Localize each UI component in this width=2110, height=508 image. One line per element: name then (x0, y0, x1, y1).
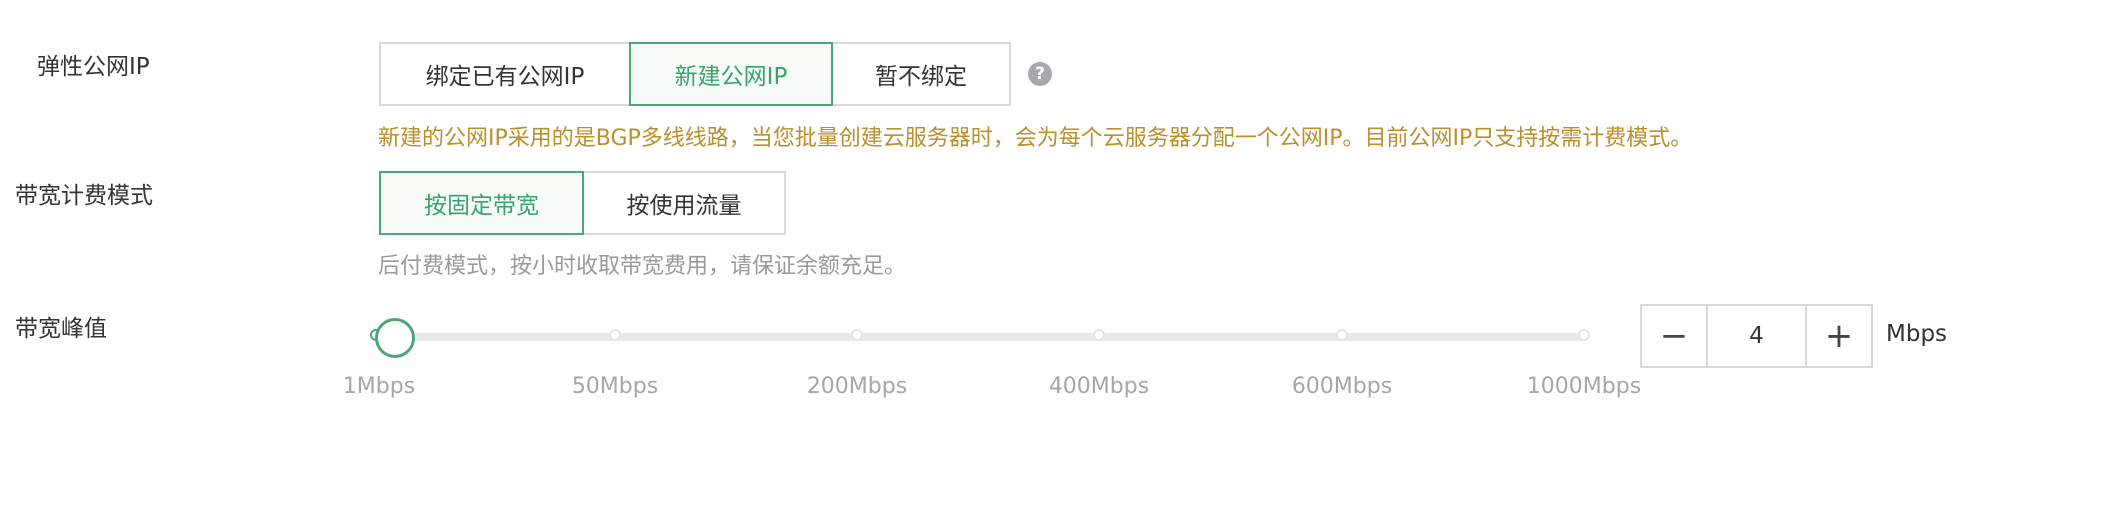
bandwidth-value-input[interactable]: 4 (1706, 306, 1807, 366)
slider-tick-200mbps[interactable] (851, 329, 863, 341)
eip-option-no-bind[interactable]: 暂不绑定 (831, 42, 1011, 106)
scale-label-600mbps: 600Mbps (1291, 374, 1393, 399)
billing-option-fixed-bandwidth[interactable]: 按固定带宽 (379, 171, 584, 235)
eip-option-bind-existing[interactable]: 绑定已有公网IP (379, 42, 631, 106)
bandwidth-slider-track[interactable] (376, 333, 1588, 341)
scale-label-1mbps: 1Mbps (342, 374, 416, 399)
billing-option-traffic[interactable]: 按使用流量 (582, 171, 786, 235)
billing-label: 带宽计费模式 (15, 183, 153, 209)
scale-label-400mbps: 400Mbps (1048, 374, 1150, 399)
increment-button[interactable]: + (1807, 306, 1871, 366)
scale-label-1000mbps: 1000Mbps (1526, 374, 1642, 399)
slider-tick-600mbps[interactable] (1336, 329, 1348, 341)
eip-notice-text: 新建的公网IP采用的是BGP多线线路，当您批量创建云服务器时，会为每个云服务器分… (378, 126, 1693, 151)
scale-label-50mbps: 50Mbps (571, 374, 659, 399)
bandwidth-stepper: − 4 + (1640, 304, 1873, 368)
question-circle-icon[interactable]: ? (1028, 62, 1052, 86)
eip-option-group: 绑定已有公网IP 新建公网IP 暂不绑定 (379, 42, 1011, 106)
bandwidth-unit: Mbps (1886, 321, 1948, 347)
eip-label: 弹性公网IP (37, 54, 150, 80)
slider-tick-400mbps[interactable] (1093, 329, 1105, 341)
billing-hint-text: 后付费模式，按小时收取带宽费用，请保证余额充足。 (378, 254, 907, 279)
slider-tick-1000mbps[interactable] (1578, 329, 1590, 341)
slider-tick-50mbps[interactable] (609, 329, 621, 341)
billing-option-group: 按固定带宽 按使用流量 (379, 171, 786, 235)
scale-label-200mbps: 200Mbps (806, 374, 908, 399)
bandwidth-label: 带宽峰值 (15, 316, 107, 342)
decrement-button[interactable]: − (1642, 306, 1706, 366)
bandwidth-slider-thumb[interactable] (375, 318, 415, 358)
eip-option-create-new[interactable]: 新建公网IP (629, 42, 833, 106)
